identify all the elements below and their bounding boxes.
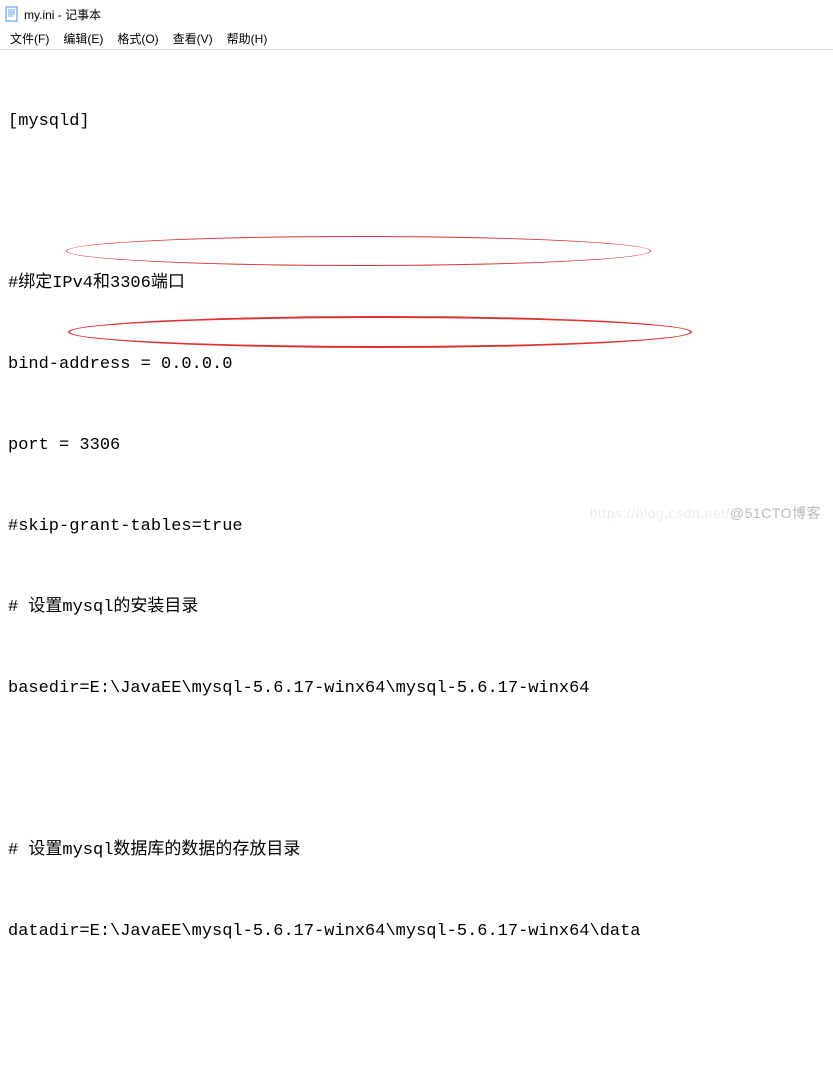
menubar: 文件(F) 编辑(E) 格式(O) 查看(V) 帮助(H) — [0, 28, 833, 50]
highlight-ellipse-basedir — [66, 236, 651, 266]
window-title: my.ini - 记事本 — [24, 6, 101, 23]
text-line: port = 3306 — [8, 432, 825, 459]
window-titlebar: my.ini - 记事本 — [0, 0, 833, 28]
annotation-layer — [0, 50, 41, 158]
text-line: # 设置mysql的安装目录 — [8, 594, 825, 621]
menu-format[interactable]: 格式(O) — [111, 28, 164, 49]
watermark-right: @51CTO博客 — [730, 505, 821, 521]
text-line: basedir=E:\JavaEE\mysql-5.6.17-winx64\my… — [8, 675, 825, 702]
editor-area[interactable]: [mysqld] #绑定IPv4和3306端口 bind-address = 0… — [0, 50, 833, 1066]
text-line: datadir=E:\JavaEE\mysql-5.6.17-winx64\my… — [8, 918, 825, 945]
watermark: https://blog.csdn.net/@51CTO博客 — [590, 503, 821, 523]
watermark-left: https://blog.csdn.net/ — [590, 505, 730, 521]
menu-view[interactable]: 查看(V) — [167, 28, 219, 49]
text-line: bind-address = 0.0.0.0 — [8, 351, 825, 378]
highlight-ellipse-datadir — [68, 316, 692, 348]
menu-help[interactable]: 帮助(H) — [221, 28, 274, 49]
text-line: #绑定IPv4和3306端口 — [8, 270, 825, 297]
menu-edit[interactable]: 编辑(E) — [57, 28, 109, 49]
text-line — [8, 999, 825, 1026]
text-line — [8, 756, 825, 783]
menu-file[interactable]: 文件(F) — [4, 28, 55, 49]
text-line — [8, 189, 825, 216]
text-line: # 设置mysql数据库的数据的存放目录 — [8, 837, 825, 864]
text-line: [mysqld] — [8, 108, 825, 135]
notepad-icon — [4, 6, 20, 22]
